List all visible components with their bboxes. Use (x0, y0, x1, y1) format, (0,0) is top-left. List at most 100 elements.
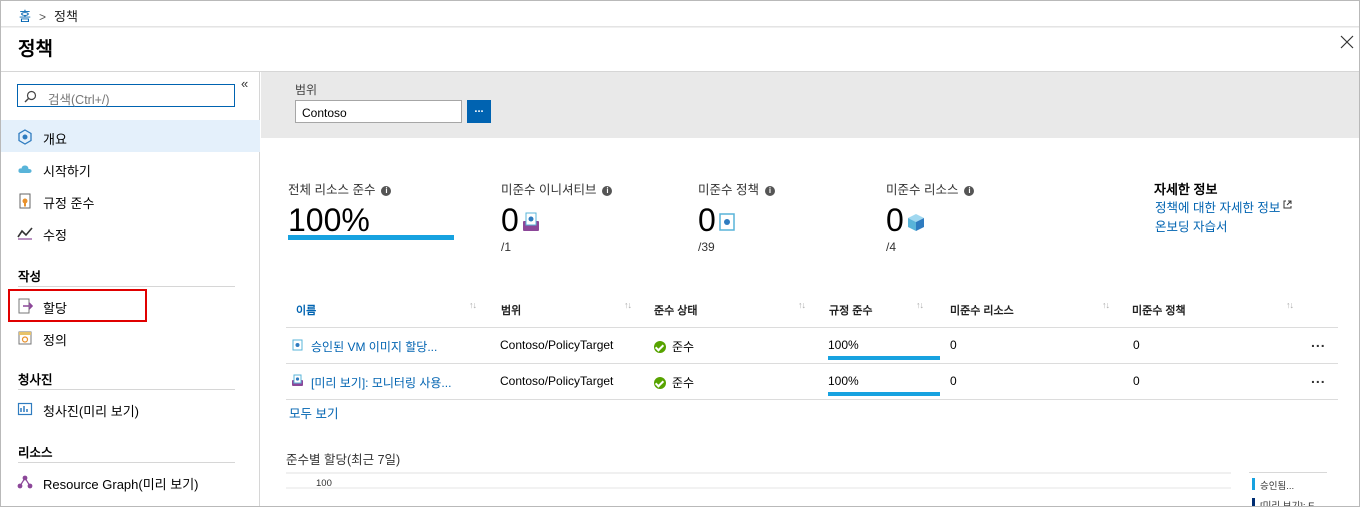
noncompliant-policies-count: 0 (1133, 374, 1140, 388)
compliance-percent: 100% (828, 338, 859, 352)
compliance-icon (19, 193, 31, 209)
compliance-progress-bar (828, 356, 940, 360)
search-icon (24, 90, 37, 103)
kpi-value: 100% (288, 202, 370, 238)
column-header-name[interactable]: 이름 (296, 302, 316, 318)
trend-icon (17, 227, 33, 240)
assignment-scope: Contoso/PolicyTarget (500, 338, 614, 352)
sidebar-item-blueprints[interactable]: 청사진(미리 보기) (1, 392, 260, 424)
column-header-noncompliant-policies[interactable]: 미준수 정책 (1132, 302, 1186, 318)
kpi-number: 0 (886, 202, 904, 238)
sort-icon[interactable]: ↑↓ (798, 300, 806, 310)
kpi-label: 미준수 리소스 i (886, 179, 975, 198)
learn-more-link[interactable]: 정책에 대한 자세한 정보 (1155, 197, 1292, 216)
sidebar-item-definitions[interactable]: 정의 (1, 321, 260, 353)
scope-picker-button[interactable]: ... (467, 100, 491, 123)
scope-input[interactable]: Contoso (295, 100, 462, 123)
section-title-blueprints: 청사진 (18, 373, 53, 387)
definition-icon (18, 331, 32, 345)
sidebar-item-label: 정의 (43, 333, 67, 348)
row-divider (286, 399, 1338, 400)
info-icon[interactable]: i (964, 186, 975, 196)
chart-y-tick: 100 (316, 478, 332, 489)
kpi-label: 미준수 정책 i (698, 179, 775, 198)
section-title-authoring: 작성 (18, 270, 42, 284)
compliance-percent: 100% (828, 374, 859, 388)
legend-item[interactable]: 승인됨... (1260, 478, 1294, 492)
collapse-sidebar-icon[interactable]: « (241, 76, 248, 91)
sidebar-item-compliance[interactable]: 규정 준수 (1, 184, 260, 216)
kpi-noncompliant-initiatives: 미준수 이니셔티브 i 0 /1 (501, 179, 613, 254)
kpi-label-text: 미준수 정책 (698, 183, 759, 197)
more-info-title: 자세한 정보 (1154, 182, 1218, 197)
legend-item[interactable]: [미리 보기]: E (1260, 498, 1315, 506)
kpi-total: /39 (698, 240, 715, 254)
info-icon[interactable]: i (381, 186, 392, 196)
overall-compliance-bar (288, 235, 454, 240)
breadcrumb-home[interactable]: 홈 (19, 9, 31, 24)
legend-swatch (1252, 498, 1255, 506)
info-icon[interactable]: i (764, 186, 775, 196)
column-header-scope[interactable]: 범위 (501, 302, 521, 318)
column-header-status[interactable]: 준수 상태 (654, 302, 698, 318)
assignment-name-link[interactable]: [미리 보기]: 모니터링 사용... (311, 374, 451, 391)
sidebar-search-input[interactable]: 검색(Ctrl+/) (17, 84, 235, 107)
status-text: 준수 (672, 340, 695, 354)
sidebar-item-remediation[interactable]: 수정 (1, 216, 260, 248)
sort-icon[interactable]: ↑↓ (469, 300, 477, 310)
sort-icon[interactable]: ↑↓ (1102, 300, 1110, 310)
kpi-label-text: 미준수 이니셔티브 (501, 183, 597, 197)
sidebar-item-overview[interactable]: 개요 (1, 120, 260, 152)
policy-icon (292, 339, 303, 351)
assignment-name-link[interactable]: 승인된 VM 이미지 할당... (311, 338, 437, 355)
compliance-progress-bar (828, 392, 940, 396)
sort-icon[interactable]: ↑↓ (916, 300, 924, 310)
policy-blade: 홈 > 정책 정책 « 검색(Ctrl+/) 개요 시작하기 규정 준수 수정 작성 (0, 0, 1360, 507)
info-icon[interactable]: i (602, 186, 613, 196)
column-header-noncompliant-resources[interactable]: 미준수 리소스 (950, 302, 1014, 318)
row-menu-button[interactable]: ... (1311, 370, 1326, 386)
initiative-icon (292, 374, 303, 386)
section-divider (18, 286, 235, 287)
cloud-icon (18, 165, 32, 173)
kpi-total: /1 (501, 240, 512, 254)
sort-icon[interactable]: ↑↓ (1286, 300, 1294, 310)
close-icon[interactable] (1339, 34, 1355, 50)
check-circle-icon (654, 377, 666, 389)
sort-icon[interactable]: ↑↓ (624, 300, 632, 310)
sidebar-item-label: 개요 (43, 132, 67, 147)
blueprint-icon (17, 402, 33, 416)
legend-rule (1249, 472, 1327, 473)
kpi-label-text: 전체 리소스 준수 (288, 183, 376, 197)
kpi-value: 0 (886, 204, 974, 236)
kpi-label: 미준수 이니셔티브 i (501, 179, 613, 198)
row-menu-button[interactable]: ... (1311, 334, 1326, 350)
initiative-icon (522, 212, 539, 231)
see-all-link[interactable]: 모두 보기 (289, 403, 338, 422)
check-circle-icon (654, 341, 666, 353)
noncompliant-resources-count: 0 (950, 338, 957, 352)
scope-bar: 범위 Contoso ... (261, 72, 1359, 138)
chart-title: 준수별 할당(최근 7일) (286, 453, 401, 467)
chart-legend: 승인됨... [미리 보기]: E (1249, 472, 1329, 506)
legend-swatch (1252, 478, 1255, 490)
policy-icon (719, 213, 735, 231)
table-header-divider (286, 327, 1338, 328)
sidebar-item-getting-started[interactable]: 시작하기 (1, 152, 260, 184)
row-divider (286, 363, 1338, 364)
sidebar-item-resource-graph[interactable]: Resource Graph(미리 보기) (1, 465, 260, 497)
resource-graph-icon (17, 475, 33, 489)
sidebar: « 검색(Ctrl+/) 개요 시작하기 규정 준수 수정 작성 할당 정의 청… (1, 72, 260, 506)
status-text: 준수 (672, 376, 695, 390)
selection-highlight (8, 289, 147, 322)
kpi-total: /4 (886, 240, 897, 254)
sidebar-item-label: 청사진(미리 보기) (43, 404, 139, 419)
section-divider (18, 389, 235, 390)
external-link-icon (1283, 200, 1292, 209)
onboarding-tutorial-link[interactable]: 온보딩 자습서 (1155, 216, 1227, 235)
kpi-label: 전체 리소스 준수 i (288, 179, 392, 198)
page-title: 정책 (18, 39, 53, 60)
column-header-compliance[interactable]: 규정 준수 (829, 302, 873, 318)
cube-icon (907, 214, 924, 231)
sidebar-item-label: 규정 준수 (43, 196, 95, 211)
